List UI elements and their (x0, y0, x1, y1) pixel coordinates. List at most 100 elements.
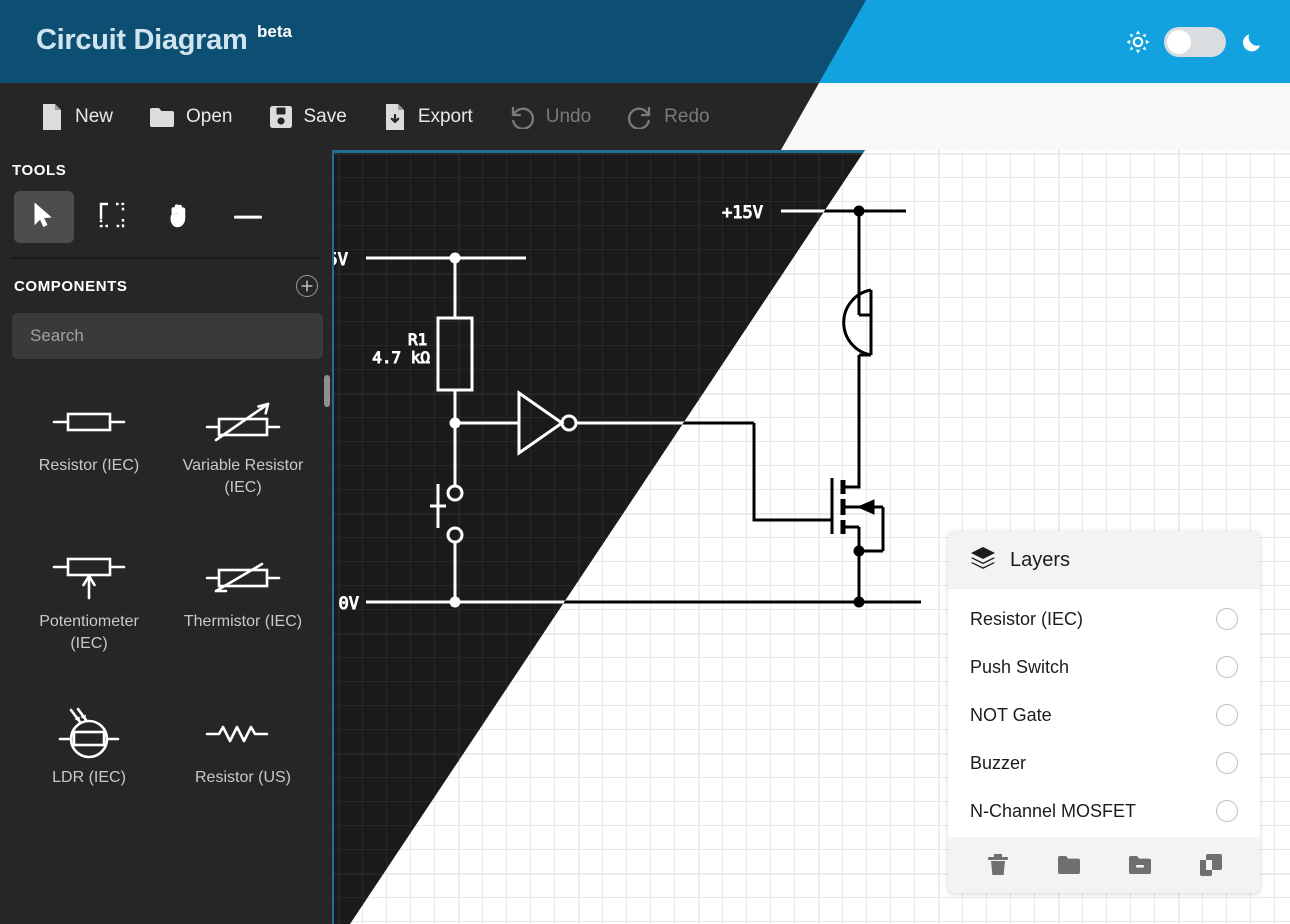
undo-button-label: Undo (545, 105, 592, 127)
layer-visibility-toggle[interactable] (1216, 608, 1238, 630)
layer-name: Buzzer (970, 752, 1027, 773)
layer-row[interactable]: Push Switch (948, 643, 1260, 691)
layer-row[interactable]: Buzzer (948, 739, 1260, 787)
layer-name: Resistor (IEC) (970, 608, 1084, 629)
component-label: Variable Resistor (IEC) (182, 457, 304, 496)
copy-icon[interactable] (1191, 845, 1231, 885)
layer-row[interactable]: Resistor (IEC) (948, 595, 1260, 643)
app-title: Circuit Diagram (36, 24, 248, 56)
redo-button[interactable]: Redo (609, 83, 727, 150)
new-button[interactable]: New (22, 83, 131, 150)
folder-open-icon (149, 106, 175, 128)
rail-label-0v: 0V (339, 594, 359, 614)
select-tool-button[interactable] (14, 191, 74, 243)
tools-row (12, 191, 320, 243)
thermistor-iec-symbol (204, 545, 282, 611)
components-scrollbar[interactable] (324, 375, 330, 915)
line-icon (233, 208, 263, 226)
layers-panel-header: Layers (948, 531, 1260, 589)
layer-visibility-toggle[interactable] (1216, 800, 1238, 822)
layer-row[interactable]: NOT Gate (948, 691, 1260, 739)
component-item-variable-resistor-iec[interactable]: Variable Resistor (IEC) (166, 377, 320, 529)
floppy-disk-icon (269, 105, 293, 129)
export-button-label: Export (417, 105, 473, 127)
redo-button-label: Redo (664, 105, 710, 127)
tools-title: TOOLS (12, 162, 67, 179)
canvas-top-accent-line (334, 150, 865, 153)
component-label: Potentiometer (IEC) (39, 613, 139, 652)
main-toolbar: New Open Save Export Undo Redo (0, 83, 1290, 150)
layer-name: Push Switch (970, 656, 1070, 677)
pan-tool-button[interactable] (150, 191, 210, 243)
redo-arrow-icon (627, 105, 653, 129)
sun-icon[interactable] (1126, 30, 1150, 54)
rail-label-plus5v: +5V (334, 250, 348, 270)
layers-panel-footer (948, 837, 1260, 893)
circuit-light-layer: +5V +15V 0V R1 4.7 kΩ (350, 203, 921, 615)
component-item-resistor-us[interactable]: Resistor (US) (166, 689, 320, 841)
plus-circle-icon[interactable] (296, 275, 318, 297)
undo-arrow-icon (509, 105, 535, 129)
file-new-icon (40, 103, 64, 131)
components-scrollbar-thumb[interactable] (324, 375, 330, 407)
save-button-label: Save (303, 105, 347, 127)
component-label: Thermistor (IEC) (183, 613, 303, 630)
layer-row[interactable]: N-Channel MOSFET (948, 787, 1260, 835)
open-button[interactable]: Open (131, 83, 250, 150)
ldr-iec-symbol (50, 701, 128, 767)
component-label: Resistor (US) (194, 769, 291, 786)
layer-name: NOT Gate (970, 704, 1052, 725)
app-header: Circuit Diagram beta (0, 0, 1290, 83)
circuit-canvas[interactable]: +5V +15V 0V R1 4.7 kΩ +5V +15V 0V R1 4.7… (334, 150, 1290, 924)
toolbar-items: New Open Save Export Undo Redo (0, 83, 728, 150)
layers-panel: Layers Resistor (IEC) Push Switch NOT Ga… (948, 531, 1260, 893)
new-button-label: New (75, 105, 114, 127)
component-item-ldr-iec[interactable]: LDR (IEC) (12, 689, 166, 841)
layer-visibility-toggle[interactable] (1216, 752, 1238, 774)
layer-visibility-toggle[interactable] (1216, 704, 1238, 726)
components-section: COMPONENTS Resistor (IEC) (0, 259, 332, 841)
layers-panel-title: Layers (1010, 548, 1071, 571)
resistor-us-symbol (204, 701, 282, 767)
hand-icon (167, 201, 193, 234)
theme-control (1126, 24, 1264, 60)
tools-section: TOOLS (0, 150, 332, 259)
trash-icon[interactable] (978, 845, 1018, 885)
app-root: Circuit Diagram beta New Open Save Expor… (0, 0, 1290, 924)
resistor-value-label: 4.7 kΩ (372, 348, 430, 367)
layers-stack-icon (970, 546, 996, 575)
file-export-icon (383, 103, 407, 131)
moon-icon[interactable] (1240, 30, 1264, 54)
circuit-dark-layer: +5V +15V 0V R1 4.7 kΩ (334, 203, 921, 615)
theme-toggle-knob (1167, 30, 1191, 54)
cursor-arrow-icon (33, 201, 55, 233)
rail-label-plus15v: +15V (722, 203, 763, 223)
undo-button[interactable]: Undo (491, 83, 609, 150)
search-input[interactable] (12, 313, 323, 359)
folder-minus-icon[interactable] (1120, 845, 1160, 885)
beta-badge: beta (257, 22, 292, 41)
wire-tool-button[interactable] (218, 191, 278, 243)
resistor-ref-label: R1 (408, 330, 427, 349)
area-select-tool-button[interactable] (82, 191, 142, 243)
export-button[interactable]: Export (365, 83, 491, 150)
layer-visibility-toggle[interactable] (1216, 656, 1238, 678)
components-grid: Resistor (IEC) Variable Resistor (IEC) P… (12, 377, 320, 841)
component-item-resistor-iec[interactable]: Resistor (IEC) (12, 377, 166, 529)
marquee-select-icon (99, 202, 125, 233)
left-sidebar: TOOLS COMPONENTS Search Resistor (IEC) V… (0, 150, 334, 924)
components-header: COMPONENTS (12, 275, 320, 297)
potentiometer-iec-symbol (52, 545, 126, 611)
folder-icon[interactable] (1049, 845, 1089, 885)
variable-resistor-iec-symbol (204, 389, 282, 455)
layers-list: Resistor (IEC) Push Switch NOT Gate Buzz… (948, 589, 1260, 835)
component-item-thermistor-iec[interactable]: Thermistor (IEC) (166, 533, 320, 685)
theme-toggle[interactable] (1164, 27, 1226, 57)
save-button[interactable]: Save (251, 83, 365, 150)
component-label: Resistor (IEC) (38, 457, 140, 474)
components-title: COMPONENTS (14, 277, 128, 295)
open-button-label: Open (186, 105, 233, 127)
layer-name: N-Channel MOSFET (970, 800, 1137, 821)
component-item-potentiometer-iec[interactable]: Potentiometer (IEC) (12, 533, 166, 685)
component-label: LDR (IEC) (52, 769, 126, 786)
